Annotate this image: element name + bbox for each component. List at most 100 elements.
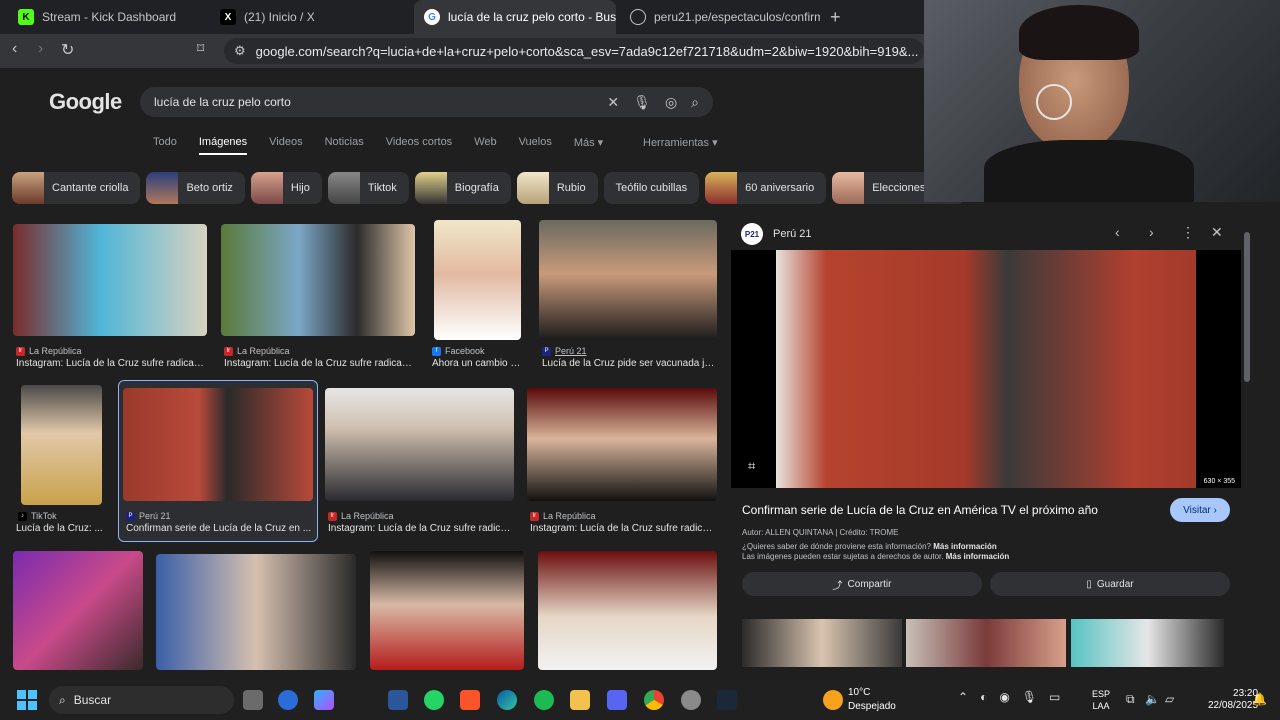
scrollbar-thumb[interactable] — [1244, 232, 1250, 382]
chip-teofilo-cubillas[interactable]: Teófilo cubillas — [603, 172, 700, 204]
result-caption[interactable]: Lucía de la Cruz: ... — [16, 523, 106, 534]
preview-image[interactable]: ⌗ 630 × 355 — [731, 250, 1241, 488]
next-icon[interactable]: › — [1149, 224, 1154, 240]
chip-cantante-criolla[interactable]: Cantante criolla — [12, 172, 141, 204]
result-caption[interactable]: Instagram: Lucía de la Cruz sufre radica… — [328, 523, 514, 534]
settings-icon[interactable] — [681, 690, 701, 710]
chip-60-aniversario[interactable]: 60 aniversario — [705, 172, 827, 204]
site-info-icon[interactable]: ⚙ — [234, 43, 246, 59]
task-view-icon[interactable] — [243, 690, 263, 710]
search-icon[interactable]: ⌕ — [691, 94, 699, 111]
notifications-icon[interactable]: 🔔 — [1252, 692, 1267, 706]
address-bar[interactable]: ⚙ google.com/search?q=lucia+de+la+cruz+p… — [224, 38, 924, 64]
whatsapp-icon[interactable] — [424, 690, 444, 710]
chip-rubio[interactable]: Rubio — [516, 172, 598, 204]
save-button[interactable]: ▯ Guardar — [990, 572, 1230, 596]
result-image[interactable] — [539, 220, 717, 340]
result-image[interactable] — [538, 551, 717, 670]
result-image[interactable] — [13, 551, 143, 670]
la-republica-icon: lr — [530, 511, 539, 521]
tab-vuelos[interactable]: Vuelos — [519, 136, 552, 155]
language-indicator[interactable]: ESP LAA — [1092, 688, 1110, 712]
related-image[interactable] — [906, 619, 1066, 667]
preview-title[interactable]: Confirman serie de Lucía de la Cruz en A… — [742, 503, 1098, 517]
forward-icon[interactable]: › — [38, 40, 43, 58]
app-icon[interactable] — [278, 690, 298, 710]
tab-google-search[interactable]: G lucía de la cruz pelo corto - Busc ✕ — [414, 0, 616, 34]
result-caption[interactable]: Instagram: Lucía de la Cruz sufre radica… — [530, 523, 716, 534]
previous-icon[interactable]: ‹ — [1115, 224, 1120, 240]
search-input[interactable]: lucía de la cruz pelo corto ✕ 🎙 ◎ ⌕ — [140, 87, 713, 117]
tab-mas[interactable]: Más ▾ — [574, 136, 603, 155]
chip-biografia[interactable]: Biografía — [414, 172, 511, 204]
word-icon[interactable] — [388, 690, 408, 710]
google-logo[interactable]: Google — [49, 89, 122, 115]
result-caption[interactable]: Instagram: Lucía de la Cruz sufre radica… — [16, 358, 206, 369]
monitor-icon[interactable]: ⧉ — [1126, 692, 1135, 707]
tab-web[interactable]: Web — [474, 136, 496, 155]
chip-beto-ortiz[interactable]: Beto ortiz — [146, 172, 245, 204]
reload-icon[interactable]: ↻ — [61, 40, 74, 60]
tab-kick[interactable]: K Stream - Kick Dashboard — [8, 0, 208, 34]
volume-icon[interactable]: 🔈 — [1145, 692, 1160, 706]
result-image[interactable] — [221, 224, 415, 336]
result-caption[interactable]: Lucía de la Cruz pide ser vacunada ju... — [542, 358, 716, 369]
more-info-link[interactable]: Más información — [933, 542, 997, 551]
more-options-icon[interactable]: ⋮ — [1181, 224, 1195, 241]
tab-imagenes[interactable]: Imágenes — [198, 136, 248, 155]
lens-search-icon[interactable]: ⌗ — [748, 458, 755, 474]
back-icon[interactable]: ‹ — [12, 40, 17, 58]
brave-icon[interactable] — [460, 690, 480, 710]
weather-widget[interactable]: 10°C Despejado — [848, 686, 896, 714]
tab-todo[interactable]: Todo — [153, 136, 177, 155]
new-tab-icon[interactable]: + — [830, 7, 841, 28]
tools-button[interactable]: Herramientas ▾ — [643, 136, 718, 149]
result-image[interactable] — [21, 385, 102, 505]
tab-noticias[interactable]: Noticias — [325, 136, 364, 155]
result-image[interactable] — [527, 388, 717, 501]
result-image[interactable] — [156, 554, 356, 670]
clear-icon[interactable]: ✕ — [607, 94, 619, 111]
edge-icon[interactable] — [497, 690, 517, 710]
chevron-up-icon[interactable]: ⌃ — [958, 690, 968, 704]
related-image[interactable] — [742, 619, 902, 667]
clock[interactable]: 23:20 22/08/2025 — [1208, 688, 1258, 712]
tab-peru21[interactable]: peru21.pe/espectaculos/confirman-s — [620, 0, 820, 34]
microphone-icon[interactable]: 🎙 — [633, 94, 651, 111]
display-icon[interactable]: ▭ — [1049, 690, 1060, 704]
bookmark-icon[interactable]: ⌑ — [197, 40, 204, 57]
result-caption[interactable]: Instagram: Lucía de la Cruz sufre radica… — [224, 358, 414, 369]
spotify-icon[interactable] — [534, 690, 554, 710]
windows-start-icon[interactable] — [17, 690, 37, 710]
panel-scrollbar[interactable] — [1244, 220, 1250, 660]
chrome-icon[interactable] — [644, 690, 664, 710]
lens-icon[interactable]: ◎ — [665, 94, 677, 111]
result-image-selected[interactable] — [123, 388, 313, 501]
chip-hijo[interactable]: Hijo — [250, 172, 322, 204]
result-caption[interactable]: Ahora un cambio d... — [432, 358, 524, 369]
tab-videos[interactable]: Videos — [269, 136, 302, 155]
tab-videos-cortos[interactable]: Videos cortos — [386, 136, 452, 155]
related-image[interactable] — [1071, 619, 1224, 667]
result-image[interactable] — [434, 220, 521, 340]
network-icon[interactable]: ◐ — [980, 690, 987, 704]
result-image[interactable] — [370, 551, 524, 670]
more-info-link[interactable]: Más información — [946, 552, 1010, 561]
result-image[interactable] — [13, 224, 207, 336]
tab-x[interactable]: X (21) Inicio / X — [210, 0, 410, 34]
copilot-icon[interactable] — [314, 690, 334, 710]
result-image[interactable] — [325, 388, 514, 501]
discord-icon[interactable] — [607, 690, 627, 710]
file-explorer-icon[interactable] — [570, 690, 590, 710]
visit-button[interactable]: Visitar › — [1170, 498, 1230, 522]
microphone-icon[interactable]: 🎙 — [1022, 690, 1037, 704]
result-caption[interactable]: Confirman serie de Lucía de la Cruz en .… — [126, 523, 312, 534]
chip-tiktok[interactable]: Tiktok — [327, 172, 409, 204]
vpn-icon[interactable]: ◉ — [999, 690, 1009, 704]
share-button[interactable]: ⤴ Compartir — [742, 572, 982, 596]
battery-icon[interactable]: ▱ — [1165, 692, 1174, 706]
taskbar-search[interactable]: ⌕ Buscar — [49, 686, 234, 714]
steam-icon[interactable] — [717, 690, 737, 710]
panel-source[interactable]: P21 Perú 21 — [741, 223, 812, 245]
close-icon[interactable]: ✕ — [1211, 224, 1223, 241]
